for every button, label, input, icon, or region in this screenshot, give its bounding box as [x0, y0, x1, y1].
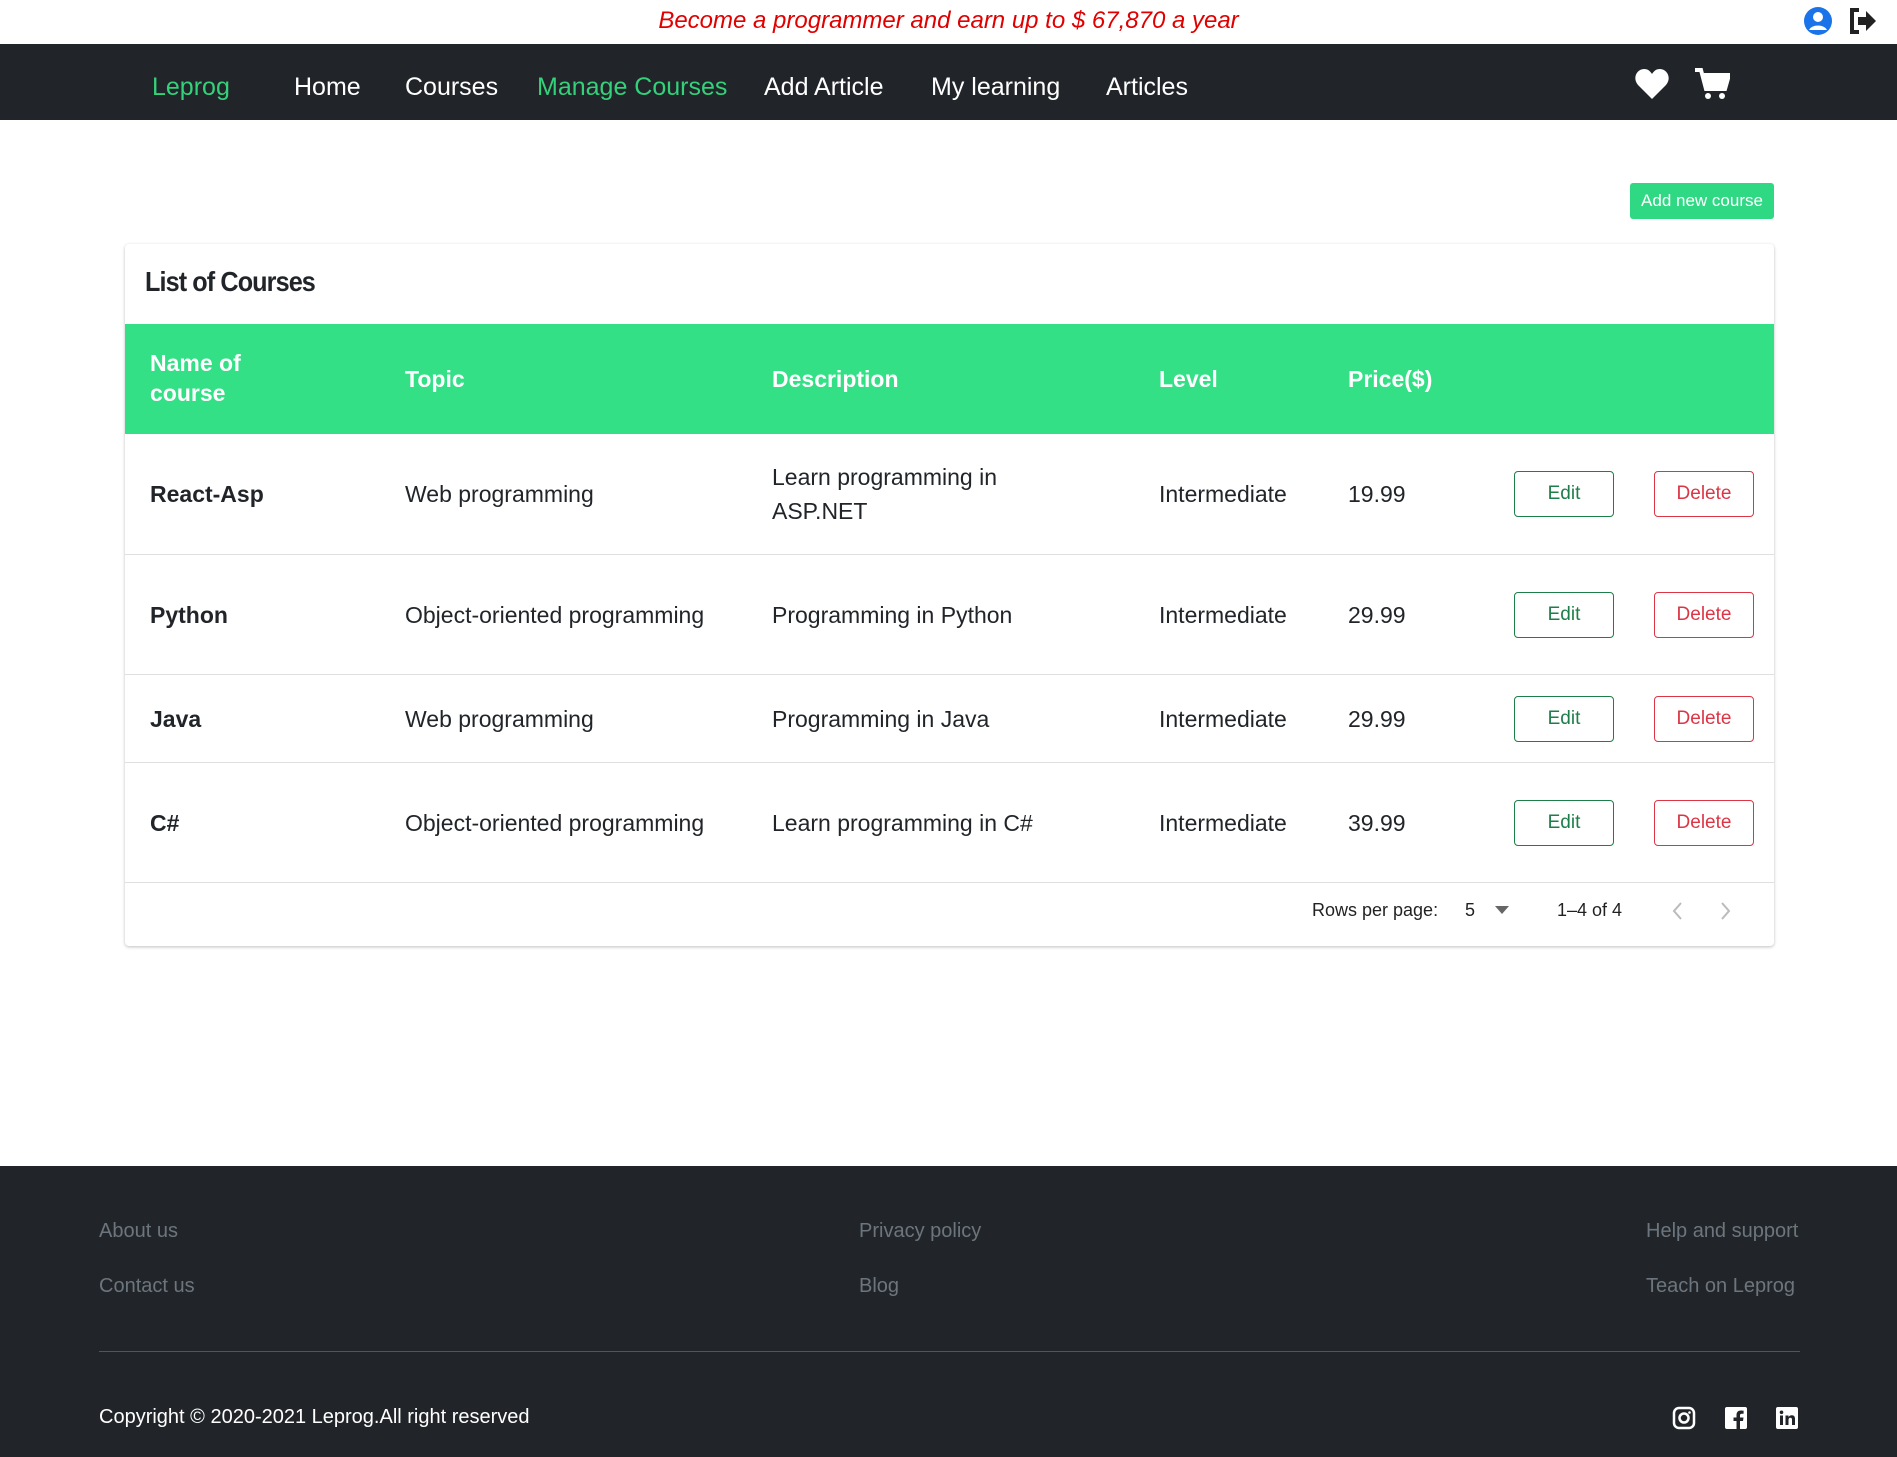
copyright: Copyright © 2020-2021 Leprog.All right r…	[99, 1406, 530, 1428]
footer-about-us[interactable]: About us	[99, 1220, 178, 1243]
table-title: List of Courses	[145, 266, 316, 297]
table-header: Name of course Topic Description Level P…	[125, 324, 1774, 434]
dropdown-arrow-icon[interactable]	[1495, 906, 1509, 914]
cell-topic: Object-oriented programming	[405, 809, 705, 836]
nav-my-learning[interactable]: My learning	[931, 44, 1060, 130]
facebook-icon[interactable]	[1724, 1406, 1748, 1430]
header-price: Price($)	[1348, 366, 1433, 392]
nav-home[interactable]: Home	[294, 44, 361, 130]
cart-icon[interactable]	[1694, 68, 1730, 100]
nav-manage-courses[interactable]: Manage Courses	[537, 44, 727, 130]
cell-price: 19.99	[1348, 481, 1406, 507]
nav-articles[interactable]: Articles	[1106, 44, 1188, 130]
cell-price: 29.99	[1348, 705, 1406, 732]
footer: About us Contact us Privacy policy Blog …	[0, 1166, 1897, 1457]
edit-button[interactable]: Edit	[1514, 695, 1614, 742]
delete-button[interactable]: Delete	[1654, 591, 1754, 638]
cell-description: Programming in Java	[772, 705, 990, 732]
cell-price: 39.99	[1348, 809, 1406, 836]
linkedin-icon[interactable]	[1775, 1406, 1799, 1430]
next-page-icon[interactable]	[1719, 900, 1733, 922]
footer-divider	[99, 1351, 1800, 1352]
cell-name: Java	[150, 705, 202, 732]
logout-icon[interactable]	[1847, 6, 1877, 36]
cell-price: 29.99	[1348, 601, 1406, 628]
table-row: C# Object-oriented programming Learn progr…	[125, 763, 1774, 883]
add-new-course-button[interactable]: Add new course	[1630, 183, 1774, 219]
delete-button[interactable]: Delete	[1654, 695, 1754, 742]
cell-topic: Object-oriented programming	[405, 601, 705, 628]
header-description: Description	[772, 366, 899, 392]
heart-icon[interactable]	[1634, 68, 1670, 100]
footer-blog[interactable]: Blog	[859, 1275, 899, 1298]
cell-level: Intermediate	[1159, 705, 1287, 732]
cell-topic: Web programming	[405, 481, 594, 507]
page-range: 1–4 of 4	[1557, 900, 1623, 920]
edit-button[interactable]: Edit	[1514, 471, 1614, 517]
user-account-icon[interactable]	[1803, 6, 1833, 36]
cell-name: C#	[150, 809, 180, 836]
cell-description: Learn programming in C#	[772, 809, 1033, 836]
table-row: Java Web programming Programming in Java In…	[125, 675, 1774, 763]
rows-per-page-select[interactable]: 5	[1465, 900, 1475, 921]
promo-banner: Become a programmer and earn up to $ 67,…	[0, 0, 1897, 44]
nav-add-article[interactable]: Add Article	[764, 44, 884, 130]
cell-description: Programming in Python	[772, 601, 1013, 628]
table-row: React-Asp Web programming Learn programmin…	[125, 434, 1774, 555]
edit-button[interactable]: Edit	[1514, 591, 1614, 638]
footer-contact-us[interactable]: Contact us	[99, 1275, 195, 1298]
delete-button[interactable]: Delete	[1654, 799, 1754, 846]
cell-topic: Web programming	[405, 705, 594, 732]
cell-level: Intermediate	[1159, 809, 1287, 836]
cell-name: Python	[150, 601, 228, 628]
header-topic: Topic	[405, 366, 465, 392]
nav-courses[interactable]: Courses	[405, 44, 498, 130]
promo-text: Become a programmer and earn up to $ 67,…	[658, 7, 1239, 34]
header-name: Name of course	[150, 350, 241, 406]
header-level: Level	[1159, 366, 1218, 392]
rows-per-page-label: Rows per page:	[1312, 900, 1439, 920]
footer-teach[interactable]: Teach on Leprog	[1646, 1275, 1795, 1298]
table-row: Python Object-oriented programming Program…	[125, 555, 1774, 675]
footer-privacy-policy[interactable]: Privacy policy	[859, 1220, 981, 1243]
cell-name: React-Asp	[150, 481, 264, 507]
cell-level: Intermediate	[1159, 601, 1287, 628]
cell-level: Intermediate	[1159, 481, 1287, 507]
main-nav: Leprog Home Courses Manage Courses Add A…	[0, 44, 1897, 120]
cell-description: Learn programming in ASP.NET	[772, 464, 998, 524]
previous-page-icon[interactable]	[1670, 900, 1684, 922]
courses-card: List of Courses Name of course Topic Des…	[125, 244, 1774, 946]
brand-logo[interactable]: Leprog	[152, 44, 230, 130]
instagram-icon[interactable]	[1672, 1406, 1696, 1430]
delete-button[interactable]: Delete	[1654, 471, 1754, 517]
edit-button[interactable]: Edit	[1514, 799, 1614, 846]
footer-help-support[interactable]: Help and support	[1646, 1220, 1798, 1243]
